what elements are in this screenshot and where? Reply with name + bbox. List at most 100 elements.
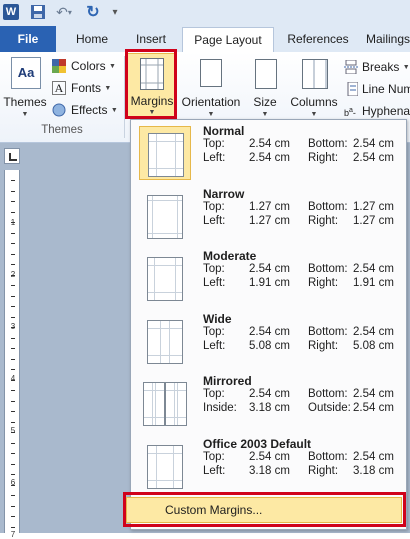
ruler-tick	[11, 505, 15, 507]
margin-bottom-label: Bottom:	[308, 325, 348, 338]
tab-selector[interactable]	[4, 148, 20, 164]
margin-right-label: Right:	[308, 277, 339, 289]
ruler-tick	[11, 316, 15, 318]
ribbon-tabs: File Home Insert Page Layout References …	[0, 24, 410, 53]
ruler-tick	[11, 190, 15, 192]
margin-top-label: Top:	[203, 388, 225, 400]
effects-label: Effects	[71, 103, 108, 117]
quick-access-toolbar: W ↶ ▾ ↻ ▾	[0, 0, 410, 24]
margin-preset-2[interactable]: Narrow Top: 1.27 cm Left: 1.27 cm Bottom: 1.27…	[133, 186, 404, 246]
margin-top-value: 2.54 cm	[249, 388, 290, 400]
margin-left-value: 1.27 cm	[249, 214, 290, 227]
line-numbers-button[interactable]: Line Num	[344, 79, 410, 99]
margin-left-label: Inside:	[203, 402, 237, 414]
margins-dropdown: Normal Top: 2.54 cm Left: 2.54 cm Bottom: 2.54…	[130, 119, 407, 530]
tab-references[interactable]: References	[278, 27, 358, 51]
effects-button[interactable]: Effects ▼	[52, 100, 122, 120]
themes-label: Themes	[3, 95, 47, 109]
ruler-tick	[11, 180, 15, 181]
ruler-tick	[11, 232, 15, 234]
tab-mailings[interactable]: Mailings	[366, 27, 410, 51]
margin-preset-4[interactable]: Wide Top: 2.54 cm Left: 5.08 cm Bottom: 2.54 c…	[133, 311, 404, 371]
chevron-down-icon: ▼	[21, 111, 29, 118]
margin-preset-icon	[139, 126, 191, 180]
margin-bottom-value: 2.54 cm	[353, 263, 394, 275]
customize-toolbar-icon[interactable]: ▾	[108, 3, 122, 21]
ruler-tick	[11, 526, 15, 528]
margin-preset-3[interactable]: Moderate Top: 2.54 cm Left: 1.91 cm Bottom: 2.…	[133, 248, 404, 308]
margin-bottom-value: 2.54 cm	[353, 138, 394, 150]
size-icon	[255, 59, 277, 89]
margin-preset-6[interactable]: Office 2003 Default Top: 2.54 cm Left: 3.18 …	[133, 436, 404, 496]
margin-bottom-label: Bottom:	[308, 138, 348, 150]
margin-preset-icon	[139, 314, 191, 368]
margin-top-label: Top:	[203, 263, 225, 275]
tab-home[interactable]: Home	[64, 27, 120, 51]
margin-left-label: Left:	[203, 152, 226, 164]
hyphenation-icon: ba-	[344, 107, 356, 118]
margin-top-label: Top:	[203, 138, 225, 150]
hyphenation-button[interactable]: ba- Hyphena	[344, 101, 410, 121]
tab-insert[interactable]: Insert	[122, 27, 180, 51]
margin-preset-name: Moderate	[203, 249, 257, 263]
margin-right-label: Right:	[308, 152, 339, 164]
line-numbers-icon	[347, 82, 358, 96]
breaks-icon	[344, 60, 358, 74]
margin-preset-name: Mirrored	[203, 374, 252, 388]
margin-left-value: 3.18 cm	[249, 464, 290, 477]
size-button[interactable]: Size ▼	[246, 55, 284, 121]
margin-right-label: Right:	[308, 339, 339, 352]
themes-button[interactable]: Aa Themes ▼	[3, 55, 47, 121]
margin-top-value: 1.27 cm	[249, 200, 290, 213]
margin-preset-icon	[139, 251, 191, 305]
margin-left-label: Left:	[203, 277, 226, 289]
columns-button[interactable]: Columns ▼	[286, 55, 342, 121]
margin-preset-name: Normal	[203, 124, 245, 138]
undo-icon[interactable]: ↶ ▾	[52, 3, 76, 21]
margin-bottom-label: Bottom:	[308, 450, 348, 463]
ruler-tick	[11, 442, 15, 444]
orientation-button[interactable]: Orientation ▼	[178, 55, 244, 121]
orientation-icon	[200, 59, 222, 87]
line-numbers-label: Line Num	[362, 82, 410, 96]
themes-icon: Aa	[11, 57, 41, 89]
themes-group-label: Themes	[41, 124, 83, 136]
margin-bottom-label: Bottom:	[308, 388, 348, 400]
chevron-down-icon: ▼	[261, 111, 269, 118]
chevron-down-icon: ▼	[104, 84, 112, 92]
ruler-tick	[11, 453, 15, 454]
margin-preset-5[interactable]: Mirrored Top: 2.54 cm Inside: 3.18 cm Bottom:…	[133, 373, 404, 433]
margin-right-value: 1.91 cm	[353, 277, 394, 289]
save-icon[interactable]	[30, 3, 46, 21]
margin-right-label: Right:	[308, 464, 339, 477]
redo-icon[interactable]: ↻	[84, 3, 102, 21]
margin-bottom-value: 2.54 cm	[353, 388, 394, 400]
effects-icon	[52, 103, 66, 117]
ruler-tick	[11, 390, 15, 391]
ruler-tick	[11, 211, 15, 213]
orientation-label: Orientation	[181, 95, 241, 109]
margin-preset-1[interactable]: Normal Top: 2.54 cm Left: 2.54 cm Bottom: 2.54…	[133, 123, 404, 183]
ruler-number: 1	[10, 218, 16, 227]
breaks-button[interactable]: Breaks ▼	[344, 57, 410, 77]
left-tab-icon	[9, 153, 17, 161]
tab-page-layout[interactable]: Page Layout	[182, 27, 274, 53]
tab-file[interactable]: File	[0, 26, 56, 52]
colors-button[interactable]: Colors ▼	[52, 56, 122, 76]
margin-left-label: Left:	[203, 214, 226, 227]
ruler-number: 5	[10, 426, 16, 435]
margin-preset-icon	[139, 439, 191, 493]
vertical-ruler: 1 2 3 4 5 6 7	[4, 170, 20, 539]
ruler-tick	[11, 264, 15, 265]
ruler-tick	[11, 411, 15, 412]
margin-preset-icon	[139, 189, 191, 243]
fonts-button[interactable]: A Fonts ▼	[52, 78, 122, 98]
ruler-tick	[11, 369, 15, 370]
columns-icon	[302, 59, 328, 89]
margin-top-value: 2.54 cm	[249, 325, 290, 338]
ruler-tick	[11, 295, 15, 297]
margin-left-value: 2.54 cm	[249, 152, 290, 164]
margin-preset-name: Narrow	[203, 186, 245, 201]
chevron-down-icon: ▼	[310, 111, 318, 118]
margin-top-label: Top:	[203, 325, 225, 338]
